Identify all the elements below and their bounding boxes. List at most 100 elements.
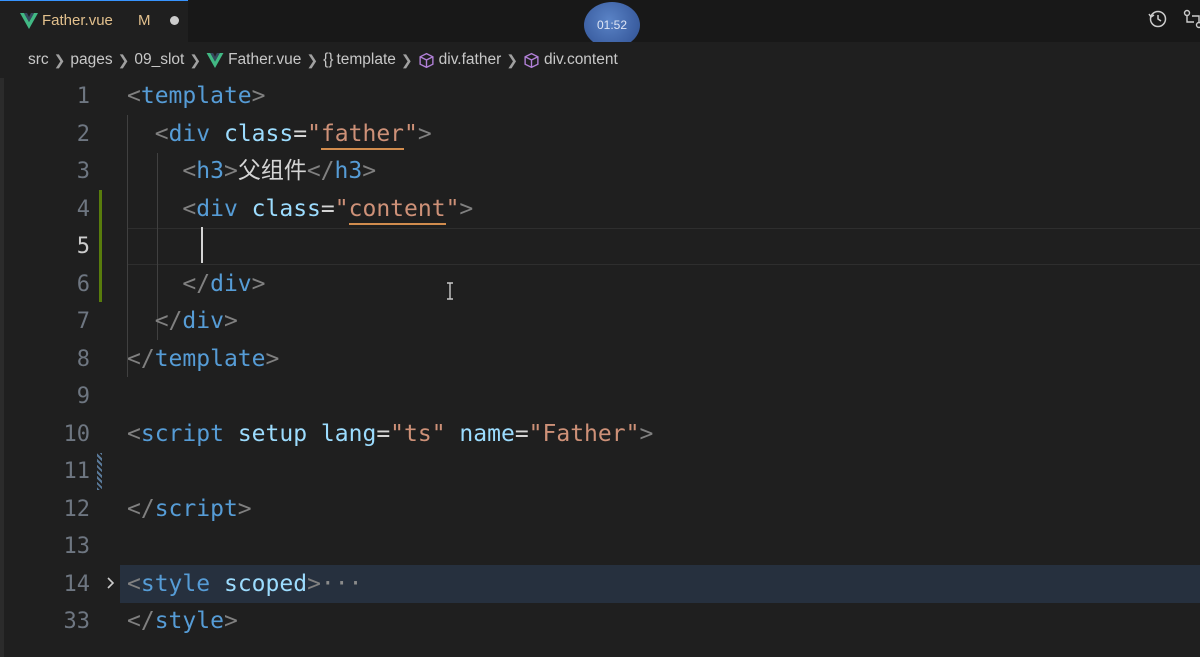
breadcrumb-label: div.content	[543, 51, 618, 68]
breadcrumb-item-div-father[interactable]: div.father	[418, 51, 502, 69]
breadcrumb-label: pages	[70, 51, 113, 68]
line-number: 11	[63, 459, 91, 484]
code-token: </	[154, 308, 183, 334]
line-number: 33	[63, 609, 91, 634]
history-icon[interactable]	[1147, 8, 1169, 30]
code-text: <h3>父组件</h3>	[127, 153, 376, 191]
code-token: script	[154, 495, 238, 522]
code-token: >	[265, 345, 280, 372]
chevron-right-icon[interactable]	[104, 573, 118, 593]
code-token: "Father"	[528, 420, 640, 447]
braces-icon: {}	[323, 51, 334, 68]
code-token: template	[140, 83, 252, 109]
code-token: style	[154, 608, 224, 634]
code-token: ···	[320, 570, 363, 597]
unsaved-dot-icon[interactable]	[170, 16, 179, 25]
line-number: 6	[76, 271, 90, 297]
code-token: div	[210, 270, 252, 297]
mouse-ibeam-icon	[447, 282, 453, 300]
code-token: </	[182, 270, 211, 297]
breadcrumb-item-09-slot[interactable]: 09_slot	[134, 51, 184, 69]
breadcrumb-item-src[interactable]: src	[28, 51, 49, 69]
code-token: div	[196, 195, 238, 222]
code-text: <style scoped>···	[127, 566, 362, 604]
chevron-right-icon: ❯	[53, 51, 66, 68]
breadcrumb-item-template[interactable]: {} template	[323, 51, 396, 69]
text-cursor	[201, 227, 203, 263]
code-line[interactable]: 9	[0, 378, 1200, 416]
code-line[interactable]: 8 </template>	[0, 341, 1200, 379]
line-number: 14	[63, 571, 91, 597]
code-token: name	[459, 420, 515, 447]
code-token: </	[127, 345, 155, 372]
code-token: </	[127, 608, 155, 634]
code-line[interactable]: 11	[0, 453, 1200, 491]
code-token: "	[404, 120, 418, 147]
code-token: >	[223, 158, 238, 184]
code-token: template	[154, 345, 266, 372]
code-token: class	[223, 120, 294, 147]
code-token: scoped	[223, 570, 308, 597]
chevron-right-icon: ❯	[189, 51, 202, 68]
line-number: 12	[63, 496, 91, 522]
code-token: =	[376, 420, 391, 447]
code-token: >	[362, 158, 377, 184]
code-token: =	[514, 420, 529, 447]
code-text: </style>	[127, 603, 238, 641]
breadcrumb-label: div.father	[438, 51, 502, 68]
code-token: <	[127, 420, 141, 447]
line-number: 3	[76, 159, 90, 184]
line-number: 10	[63, 421, 91, 447]
code-line[interactable]: 33 </style>	[0, 603, 1200, 641]
breadcrumb-item-pages[interactable]: pages	[70, 51, 112, 69]
code-token: <	[127, 83, 141, 109]
code-line[interactable]: 3 <h3>父组件</h3>	[0, 153, 1200, 191]
code-token: h3	[334, 158, 363, 184]
git-modified-badge: M	[138, 12, 151, 29]
vue-icon	[206, 52, 224, 68]
code-line[interactable]: 6 </div>	[0, 266, 1200, 304]
code-line[interactable]: 10 <script setup lang="ts" name="Father">	[0, 416, 1200, 454]
chevron-right-icon: ❯	[506, 51, 518, 68]
code-line[interactable]: 1 <template>	[0, 78, 1200, 116]
code-line[interactable]: 14 <style scoped>···	[0, 566, 1200, 604]
code-token: "	[307, 120, 321, 147]
tab-bar: Father.vue M 01:52	[0, 0, 1200, 48]
code-token: div	[182, 308, 224, 334]
code-line[interactable]: 13	[0, 528, 1200, 566]
code-token: setup	[237, 420, 308, 447]
code-text: <template>	[127, 78, 266, 116]
tab-father-vue[interactable]: Father.vue M	[0, 0, 188, 42]
code-token: style	[140, 570, 211, 597]
code-line[interactable]: 7 </div>	[0, 303, 1200, 341]
breadcrumb-item-father-vue[interactable]: Father.vue	[206, 51, 301, 69]
code-line[interactable]: 2 <div class="father">	[0, 116, 1200, 154]
code-token: lang	[320, 420, 377, 447]
line-number: 7	[76, 309, 90, 334]
code-editor[interactable]: 1 <template> 2 <div class="father"> 3 <h3>父…	[0, 78, 1200, 657]
chevron-right-icon: ❯	[400, 51, 413, 68]
code-line[interactable]: 5	[0, 228, 1200, 266]
code-token: script	[140, 420, 224, 447]
code-token: content	[348, 195, 446, 225]
code-token: "	[445, 195, 460, 222]
code-token: h3	[196, 158, 224, 184]
breadcrumb-label: 09_slot	[134, 51, 185, 68]
git-compare-icon[interactable]	[1182, 8, 1200, 30]
code-line[interactable]: 12 </script>	[0, 491, 1200, 529]
code-text: </div>	[127, 303, 238, 341]
cube-icon	[419, 52, 434, 68]
code-line[interactable]: 4 <div class="content">	[0, 191, 1200, 229]
line-number: 5	[76, 234, 90, 259]
breadcrumb-item-div-content[interactable]: div.content	[523, 51, 618, 69]
code-token: </	[127, 495, 155, 522]
